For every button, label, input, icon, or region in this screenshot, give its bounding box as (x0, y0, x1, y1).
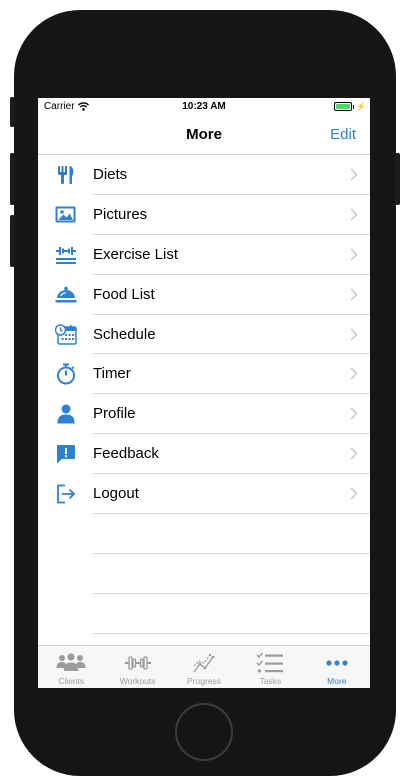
menu-item-label: Timer (93, 365, 131, 383)
silent-switch (10, 97, 15, 127)
menu-item-label: Exercise List (93, 245, 179, 263)
person-icon (38, 394, 93, 434)
chevron-right-icon (350, 407, 358, 420)
chevron-right-icon (350, 248, 358, 261)
volume-down-button (10, 215, 15, 267)
chevron-right-icon (350, 208, 358, 221)
menu-item-pictures[interactable]: Pictures (38, 195, 370, 235)
image-icon (38, 195, 93, 235)
phone-screen: Carrier 10:23 AM ⚡ More Edit Diets Pictu… (38, 98, 370, 688)
menu-item-label: Diets (93, 165, 128, 183)
volume-up-button (10, 153, 15, 205)
cloche-icon (38, 275, 93, 315)
chart-icon (192, 651, 216, 675)
chevron-right-icon (350, 328, 358, 341)
page-title: More (186, 126, 222, 143)
tab-progress[interactable]: Progress (171, 646, 237, 688)
menu-item-food-list[interactable]: Food List (38, 275, 370, 315)
empty-separator (93, 554, 370, 594)
dumbbell-list-icon (38, 235, 93, 275)
tab-label: Tasks (259, 676, 282, 686)
menu-item-label: Schedule (93, 325, 156, 343)
menu-item-profile[interactable]: Profile (38, 394, 370, 435)
stopwatch-icon (38, 354, 93, 394)
logout-icon (38, 474, 93, 514)
menu-item-feedback[interactable]: Feedback (38, 434, 370, 475)
chevron-right-icon (350, 168, 358, 181)
menu-item-label: Profile (93, 405, 136, 423)
tab-tasks[interactable]: Tasks (237, 646, 303, 688)
ellipsis-icon (325, 651, 349, 675)
navigation-bar: More Edit (38, 116, 370, 155)
menu-item-timer[interactable]: Timer (38, 354, 370, 395)
battery-icon: ⚡ (333, 102, 366, 111)
menu-item-diets[interactable]: Diets (38, 155, 370, 195)
empty-separator (93, 594, 370, 634)
tab-label: Workouts (119, 676, 156, 686)
tab-more[interactable]: More (304, 646, 370, 688)
empty-separator (93, 514, 370, 554)
status-bar: Carrier 10:23 AM ⚡ (38, 98, 370, 116)
chevron-right-icon (350, 487, 358, 500)
status-time: 10:23 AM (182, 101, 226, 112)
power-button (395, 153, 400, 205)
menu-item-label: Pictures (93, 205, 148, 223)
dumbbell-icon (124, 651, 152, 675)
chevron-right-icon (350, 288, 358, 301)
checklist-icon (256, 651, 284, 675)
home-button[interactable] (175, 703, 233, 761)
fork-knife-icon (38, 155, 93, 195)
tab-workouts[interactable]: Workouts (104, 646, 170, 688)
charging-bolt-icon: ⚡ (356, 102, 366, 111)
more-menu-list: Diets Pictures Exercise List Food List S… (38, 155, 370, 515)
people-icon (56, 651, 86, 675)
tab-clients[interactable]: Clients (38, 646, 104, 688)
menu-item-label: Food List (93, 285, 155, 303)
tab-label: Progress (187, 676, 222, 686)
feedback-icon (38, 434, 93, 474)
menu-item-label: Feedback (93, 445, 159, 463)
tab-label: More (327, 676, 347, 686)
chevron-right-icon (350, 447, 358, 460)
menu-item-logout[interactable]: Logout (38, 474, 370, 515)
tab-bar: Clients Workouts Progress Tasks More (38, 645, 370, 688)
menu-item-schedule[interactable]: Schedule (38, 315, 370, 355)
chevron-right-icon (350, 367, 358, 380)
tab-label: Clients (58, 676, 85, 686)
menu-item-label: Logout (93, 485, 139, 503)
edit-button[interactable]: Edit (330, 126, 356, 143)
calendar-clock-icon (38, 315, 93, 355)
menu-item-exercise-list[interactable]: Exercise List (38, 235, 370, 275)
